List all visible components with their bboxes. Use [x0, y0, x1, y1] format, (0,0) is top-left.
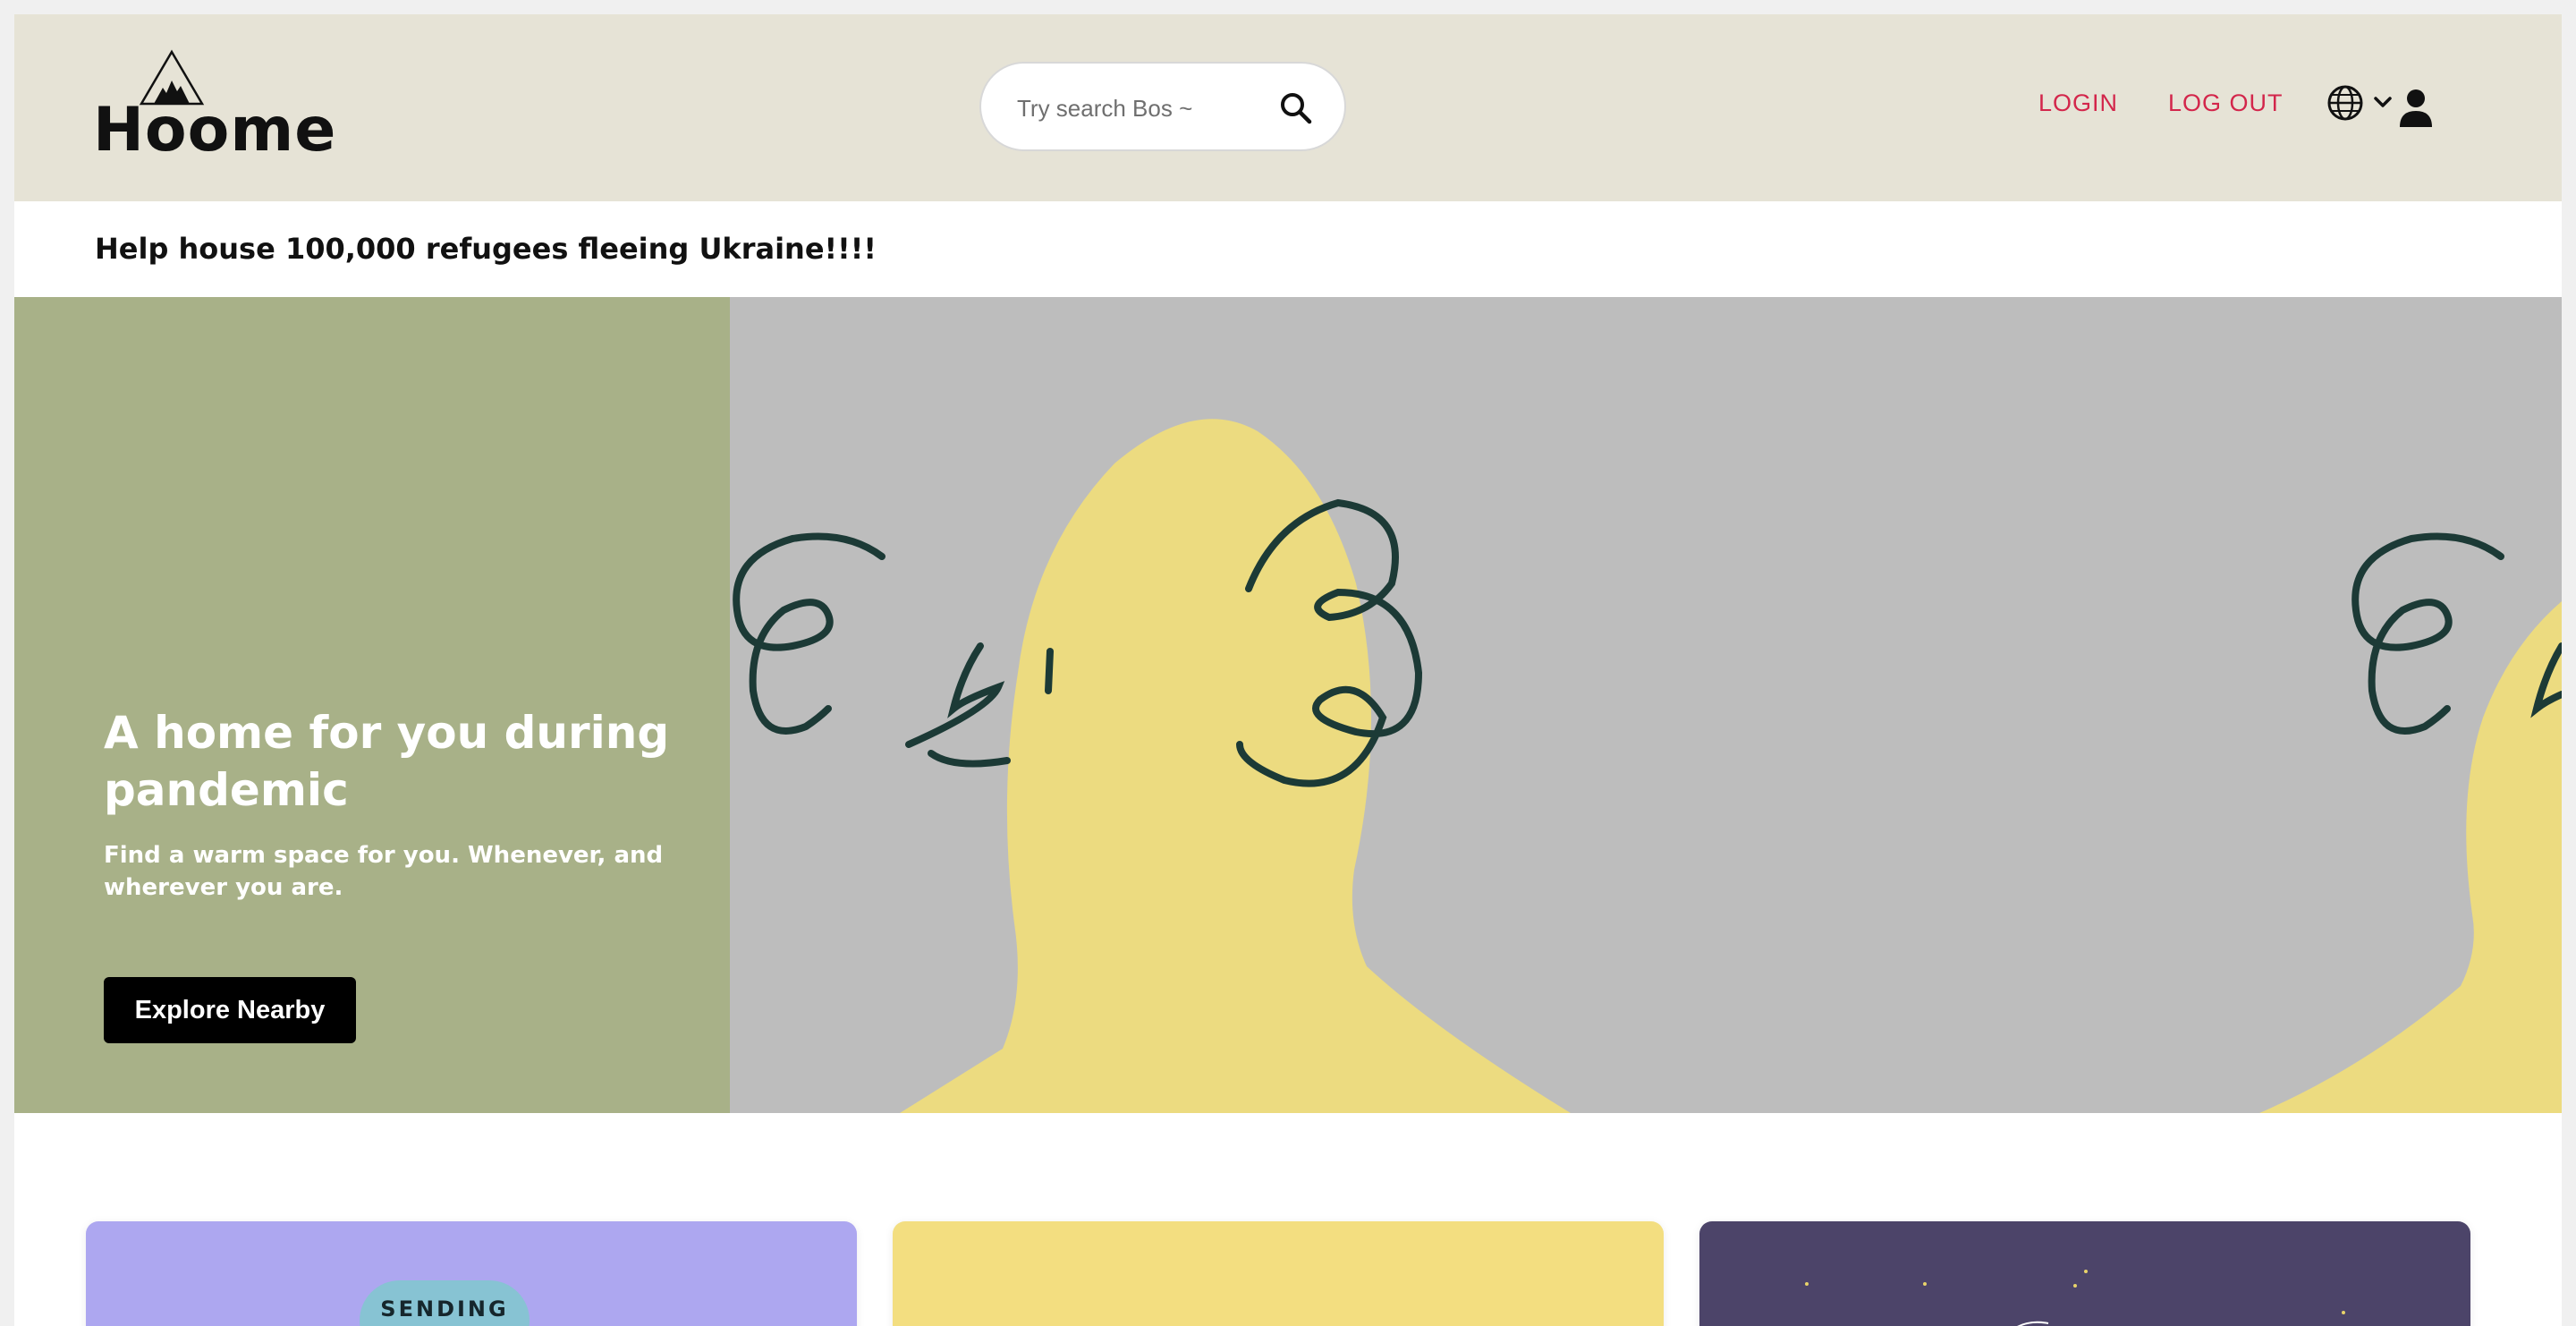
globe-icon	[2327, 85, 2392, 121]
card-yellow[interactable]	[893, 1221, 1664, 1326]
ukraine-notice: Help house 100,000 refugees fleeing Ukra…	[95, 232, 877, 266]
explore-nearby-button[interactable]: Explore Nearby	[104, 977, 356, 1043]
page: Hoome LOGIN LOG OUT Hel	[14, 14, 2562, 1326]
search-icon[interactable]	[1278, 90, 1314, 126]
logo-text: Hoome	[93, 95, 337, 166]
language-selector[interactable]	[2326, 84, 2402, 129]
hero-subtitle: Find a warm space for you. Whenever, and…	[104, 842, 664, 901]
sending-badge: SENDING	[360, 1280, 530, 1326]
sending-badge-text: SENDING	[380, 1296, 509, 1322]
search-input[interactable]	[1015, 85, 1260, 132]
card-sending[interactable]: SENDING	[86, 1221, 857, 1326]
search-bar	[979, 62, 1346, 151]
hero-text-panel: A home for you during pandemic Find a wa…	[14, 297, 730, 1113]
card-night[interactable]	[1699, 1221, 2470, 1326]
night-illustration	[1805, 1270, 2345, 1326]
user-account-icon[interactable]	[2397, 88, 2435, 129]
logout-link[interactable]: LOG OUT	[2168, 89, 2284, 117]
hero-banner: A home for you during pandemic Find a wa…	[14, 297, 2562, 1113]
logo[interactable]: Hoome	[93, 48, 335, 166]
login-link[interactable]: LOGIN	[2038, 89, 2118, 117]
hero-title: A home for you during pandemic	[104, 707, 670, 816]
site-header: Hoome LOGIN LOG OUT	[14, 14, 2562, 201]
hero-illustration	[730, 297, 2562, 1113]
